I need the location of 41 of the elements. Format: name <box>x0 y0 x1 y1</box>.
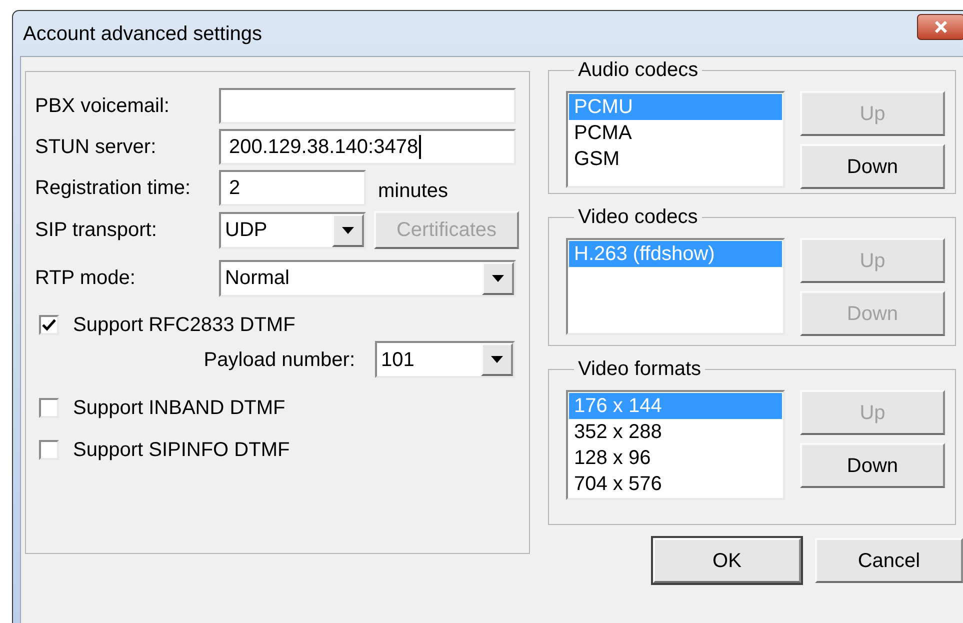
group-title: Video formats <box>577 358 702 380</box>
field-label: PBX voicemail: <box>35 94 170 119</box>
close-icon <box>934 20 948 32</box>
checkbox[interactable] <box>39 440 59 460</box>
list-item[interactable]: 352 x 288 <box>569 419 782 445</box>
dialog-button[interactable]: Down <box>800 144 945 189</box>
field-label: SIP transport: <box>35 218 158 243</box>
list-item[interactable]: 704 x 576 <box>569 471 782 497</box>
close-button[interactable] <box>917 14 963 40</box>
caret-icon <box>492 274 504 282</box>
window-title: Account advanced settings <box>23 22 262 46</box>
dropdown-button[interactable] <box>332 214 364 246</box>
dropdown-button[interactable] <box>481 343 513 376</box>
unit-label: minutes <box>378 179 448 204</box>
check-icon <box>42 319 56 331</box>
input-field[interactable] <box>219 88 516 124</box>
dropdown-field[interactable]: UDP <box>219 212 366 248</box>
caret-icon <box>491 356 503 363</box>
checkbox-label: Support SIPINFO DTMF <box>73 438 290 463</box>
list-item[interactable]: PCMA <box>569 120 782 146</box>
checkbox-label: Support RFC2833 DTMF <box>73 313 296 338</box>
caret-icon <box>342 226 354 234</box>
checkbox[interactable] <box>39 315 59 335</box>
checkbox-label: Support INBAND DTMF <box>73 396 286 421</box>
dropdown-field[interactable]: Normal <box>219 260 516 296</box>
dialog-button[interactable]: Down <box>800 443 945 488</box>
dialog-button[interactable]: Cancel <box>815 538 963 583</box>
input-field[interactable]: 200.129.38.140:3478 <box>219 129 516 165</box>
checkbox[interactable] <box>39 398 59 418</box>
group-title: Audio codecs <box>577 59 700 81</box>
list-item[interactable]: 128 x 96 <box>569 445 782 471</box>
field-label: RTP mode: <box>35 266 136 291</box>
list-item[interactable]: GSM <box>569 146 782 172</box>
dropdown-button[interactable] <box>482 262 514 294</box>
field-label: Registration time: <box>35 176 192 201</box>
input-field[interactable]: 2 <box>219 170 366 206</box>
dialog-button[interactable]: OK <box>653 538 801 583</box>
field-label: Payload number: <box>202 348 356 372</box>
dropdown-field[interactable]: 101 <box>375 341 515 378</box>
field-label: STUN server: <box>35 135 158 160</box>
group-title: Video codecs <box>577 206 699 228</box>
